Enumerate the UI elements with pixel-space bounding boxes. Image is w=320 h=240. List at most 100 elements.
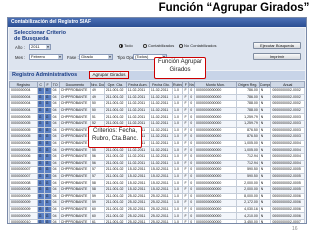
table-cell: 1.0 <box>172 166 184 174</box>
table-row[interactable]: 0000000010 G G 04 CHPPROBANTE 61 211-001-02 25-… <box>9 218 305 223</box>
chevron-down-icon[interactable]: ▼ <box>46 45 50 49</box>
table-row[interactable]: 0000000006GG04CHPPROBANTE55211-001-0211-… <box>9 139 305 148</box>
section-title: Registro Administrativos <box>12 72 78 78</box>
table-row[interactable]: 0000000004 G G 04 CHPPROBANTE 49 211-001-02 11-… <box>9 87 305 95</box>
table-cell: 0000000004 <box>9 100 38 108</box>
table-cell: 1,005.00 <box>235 139 260 148</box>
table-cell: CHPPROBANTE <box>58 139 91 148</box>
table-cell: 1.0 <box>172 113 184 121</box>
table-cell: 25-02-2011 <box>148 199 174 207</box>
table-cell: 0000000002-0002 <box>270 100 305 108</box>
table-row[interactable]: 0000000007 G G 04 CHPPROBANTE 57 211-001-02 15-… <box>9 166 305 174</box>
table-cell: N <box>258 139 272 148</box>
fase-select[interactable]: Girado ▼ <box>79 54 113 60</box>
table-cell: G <box>36 166 45 174</box>
table-row[interactable]: 0000000006 G G 04 CHPPROBANTE 56 211-001-02 11-… <box>9 152 305 161</box>
table-cell: 04 <box>50 185 60 194</box>
table-cell: CHPPROBANTE <box>58 100 91 108</box>
table-cell: 04 <box>50 205 60 214</box>
table-cell: N <box>258 166 272 174</box>
table-cell: 4,210.00 <box>235 212 260 220</box>
table-cell: 15-02-2011 <box>148 172 174 181</box>
table-cell: 712.94 <box>235 152 260 161</box>
radio-todo[interactable]: Todo <box>119 43 133 48</box>
table-cell: 1.0 <box>172 218 184 223</box>
table-cell: 1.0 <box>172 159 184 168</box>
table-cell: 0000000006 <box>9 159 38 168</box>
table-row[interactable]: 0000000004 G G 04 CHPPROBANTE 49 211-001-02 11-… <box>9 93 305 102</box>
table-cell: 0000000002-0003 <box>270 126 305 135</box>
table-row[interactable]: 0000000007 G G 04 CHPPROBANTE 57 211-001-02 15-… <box>9 172 305 181</box>
table-cell: CHPPROBANTE <box>58 87 91 95</box>
radio-label: Contabilizados <box>148 43 175 48</box>
table-cell: 1,005.00 <box>235 146 260 154</box>
table-row[interactable]: 0000000004 G G 04 CHPPROBANTE 50 211-001-02 11-… <box>9 100 305 108</box>
table-cell: 2,172.00 <box>235 199 260 207</box>
fase-label: Fase : <box>67 55 79 60</box>
table-cell: 61 <box>89 218 105 223</box>
table-row[interactable]: 0000000009 G G 04 CHPPROBANTE 60 211-001-02 25-… <box>9 205 305 214</box>
table-cell: 0000000000000 <box>194 218 237 223</box>
year-label: Año : <box>15 45 25 50</box>
table-row[interactable]: 0000000005 G G 04 CHPPROBANTE 52 211-001-02 11-… <box>9 119 305 128</box>
table-row[interactable]: 0000000008 G G 04 CHPPROBANTE 58 211-001-02 15-… <box>9 185 305 194</box>
agrupar-girados-button[interactable]: Agrupar Girados <box>89 71 129 79</box>
radio-contabilizados[interactable]: Contabilizados <box>143 43 174 48</box>
filter-group-title: Seleccionar Criterio de Busqueda <box>14 30 66 42</box>
table-cell: G <box>36 126 45 135</box>
table-cell: 11-02-2011 <box>148 159 174 168</box>
table-cell: G <box>43 166 52 174</box>
table-cell: 25-02-2011 <box>125 218 150 223</box>
table-cell: 58 <box>89 185 105 194</box>
table-cell: 0000000002-0005 <box>270 172 305 181</box>
table-cell: 04 <box>50 199 60 207</box>
table-row[interactable]: 0000000009 G G 04 CHPPROBANTE 60 211-001-02 25-… <box>9 212 305 220</box>
table-row[interactable]: 0000000004 G G 04 CHPPROBANTE 50 211-001-02 11-… <box>9 106 305 115</box>
table-row[interactable]: 0000000009 G G 04 CHPPROBANTE 59 211-001-02 25-… <box>9 199 305 207</box>
table-cell: 1.0 <box>172 205 184 214</box>
table-cell: G <box>36 93 45 102</box>
table-cell: G <box>36 139 45 148</box>
table-row[interactable]: 0000000009 G G 04 CHPPROBANTE 59 211-001-02 25-… <box>9 192 305 201</box>
chevron-down-icon[interactable]: ▼ <box>58 55 62 59</box>
table-cell: 0000000002-0004 <box>270 159 305 168</box>
table-row[interactable]: 0000000005 G G 04 CHPPROBANTE 51 211-001-02 11-… <box>9 113 305 121</box>
table-cell: 60 <box>89 212 105 220</box>
radio-dot-icon <box>179 43 183 48</box>
table-cell: 211-001-02 <box>103 212 127 220</box>
imprimir-button[interactable]: Imprimir <box>253 53 301 60</box>
table-cell: 211-001-02 <box>103 166 127 174</box>
table-cell: 1.0 <box>172 100 184 108</box>
table-cell: 0000000002-0005 <box>270 166 305 174</box>
table-row[interactable]: 0000000005GG04CHPPROBANTE54211-001-0211-… <box>9 133 305 141</box>
year-select[interactable]: 2011 ▼ <box>29 44 51 50</box>
table-cell: N <box>258 179 272 187</box>
table-cell: 04 <box>50 152 60 161</box>
ejecutar-busqueda-button[interactable]: Ejecutar Búsqueda <box>253 42 301 49</box>
window-title: Contabilización del Registro SIAF <box>8 18 306 27</box>
radio-no-contabilizados[interactable]: No Contabilizados <box>179 43 216 48</box>
table-cell: 0000000000000 <box>194 192 237 201</box>
table-cell: 0000000002-0002 <box>270 87 305 95</box>
table-cell: 56 <box>89 159 105 168</box>
month-select[interactable]: Febrero ▼ <box>29 54 63 60</box>
table-row[interactable]: 0000000006GG04CHPPROBANTE55211-001-0211-… <box>9 146 305 154</box>
table-cell: G <box>36 218 45 223</box>
table-cell: 590.50 <box>235 172 260 181</box>
chevron-down-icon[interactable]: ▼ <box>108 55 112 59</box>
table-cell: 876.50 <box>235 126 260 135</box>
table-row[interactable]: 0000000006 G G 04 CHPPROBANTE 56 211-001-02 11-… <box>9 159 305 168</box>
table-cell: 15-02-2011 <box>148 179 174 187</box>
table-cell: G <box>43 218 52 223</box>
table-cell: 04 <box>50 166 60 174</box>
table-cell: 0000000005 <box>9 113 38 121</box>
table-row[interactable]: 0000000005GG04CHPPROBANTE53211-001-0211-… <box>9 126 305 135</box>
table-cell: G <box>36 172 45 181</box>
table-row[interactable]: 0000000008 G G 04 CHPPROBANTE 58 211-001-02 15-… <box>9 179 305 187</box>
app-window: Contabilización del Registro SIAF Selecc… <box>7 17 307 224</box>
table-cell: CHPPROBANTE <box>58 159 91 168</box>
table-cell: 0000000002-0003 <box>270 113 305 121</box>
table-cell: 211-001-02 <box>103 179 127 187</box>
table-cell: 0000000000000 <box>194 87 237 95</box>
table-cell: 0000000002-0006 <box>270 205 305 214</box>
